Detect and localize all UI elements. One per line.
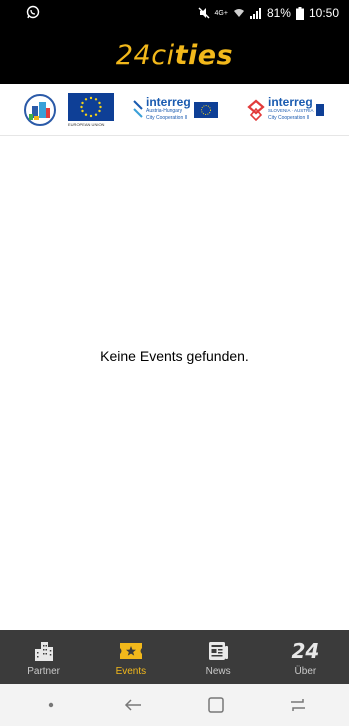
- nav-label-news: News: [205, 666, 231, 677]
- interreg1-name: interreg: [146, 95, 191, 109]
- eu-flag-logo: EUROPEAN UNION: [68, 92, 128, 127]
- nav-label-uber: Über: [294, 666, 317, 677]
- network-type: 4G+: [214, 9, 228, 17]
- newspaper-icon: [207, 638, 229, 664]
- interreg1-coop: City Cooperation II: [146, 115, 188, 121]
- number-24-icon-text: 24: [291, 639, 320, 663]
- buildings-icon: [33, 638, 55, 664]
- home-icon[interactable]: [191, 690, 241, 720]
- ticket-star-icon: [119, 638, 143, 664]
- nav-item-news[interactable]: News: [175, 630, 262, 684]
- app-title-bold: ties: [174, 39, 234, 71]
- 24cities-logo: [24, 93, 68, 126]
- status-bar: 4G+ 81% 10:50: [0, 0, 349, 26]
- interreg2-name: interreg: [268, 95, 313, 109]
- sponsor-logo-strip: EUROPEAN UNION interreg Austria-Hungary …: [0, 84, 349, 136]
- interreg2-coop: City Cooperation II: [268, 115, 310, 121]
- battery-percent: 81%: [266, 6, 291, 20]
- app-bar: 24cities: [0, 26, 349, 84]
- wifi-icon: [233, 8, 245, 18]
- nav-item-partner[interactable]: Partner: [0, 630, 87, 684]
- app-title-light: 24ci: [115, 39, 175, 71]
- status-left: [26, 5, 40, 22]
- status-right: 4G+ 81% 10:50: [198, 6, 339, 20]
- nav-item-events[interactable]: Events: [87, 630, 174, 684]
- battery-icon: [295, 6, 304, 20]
- bottom-navigation: Partner Events News 24 Über: [0, 630, 349, 684]
- nav-item-uber[interactable]: 24 Über: [262, 630, 349, 684]
- whatsapp-icon: [26, 5, 40, 22]
- recents-icon[interactable]: [273, 690, 323, 720]
- eu-flag-small-icon: [193, 101, 218, 118]
- mute-icon: [198, 7, 210, 19]
- signal-icon: [249, 7, 262, 19]
- screen: 4G+ 81% 10:50 24cities EUROPEAN UNION in…: [0, 0, 349, 726]
- dot-icon[interactable]: [26, 690, 76, 720]
- events-list-area[interactable]: Keine Events gefunden.: [0, 136, 349, 630]
- eu-caption: EUROPEAN UNION: [68, 121, 105, 127]
- empty-state-message: Keine Events gefunden.: [100, 348, 249, 364]
- interreg-slovenia-austria-logo: interreg SLOVENIA · AUSTRIA City Coopera…: [246, 95, 346, 122]
- clock: 10:50: [308, 6, 339, 20]
- interreg-austria-hungary-logo: interreg Austria-Hungary City Cooperatio…: [128, 95, 246, 122]
- nav-label-events: Events: [115, 666, 147, 677]
- app-title: 24cities: [116, 40, 233, 71]
- nav-label-partner: Partner: [27, 666, 61, 677]
- back-icon[interactable]: [108, 690, 158, 720]
- eu-flag-edge-icon: [315, 103, 324, 116]
- number-24-icon: 24: [291, 638, 319, 664]
- system-navigation-bar: [0, 684, 349, 726]
